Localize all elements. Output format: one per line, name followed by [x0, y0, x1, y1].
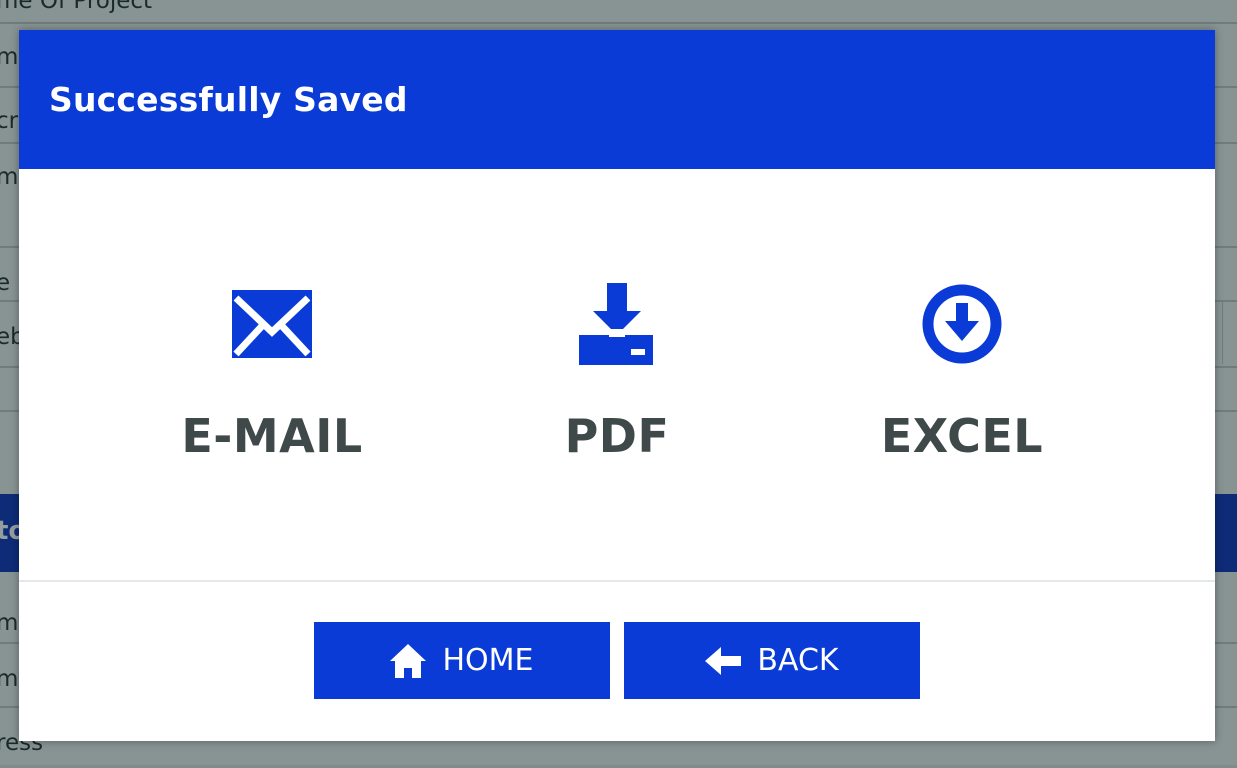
excel-option[interactable]: EXCEL	[812, 279, 1112, 463]
excel-option-label: EXCEL	[880, 409, 1044, 463]
mail-icon	[122, 279, 422, 369]
circle-down-arrow-icon	[812, 279, 1112, 369]
pdf-option-label: PDF	[564, 409, 670, 463]
arrow-left-icon	[705, 646, 742, 675]
dialog-header: Successfully Saved	[19, 30, 1215, 169]
save-success-dialog: Successfully Saved E-MAIL PDF EXCEL HOME…	[19, 30, 1215, 741]
home-button[interactable]: HOME	[314, 622, 610, 699]
back-button-label: BACK	[757, 643, 839, 678]
email-option[interactable]: E-MAIL	[122, 279, 422, 463]
home-icon	[390, 643, 427, 678]
back-button[interactable]: BACK	[624, 622, 920, 699]
pdf-option[interactable]: PDF	[467, 279, 767, 463]
export-options: E-MAIL PDF EXCEL	[19, 169, 1215, 580]
dialog-title: Successfully Saved	[49, 80, 408, 119]
home-button-label: HOME	[442, 643, 534, 678]
dialog-footer-divider	[19, 580, 1215, 582]
download-tray-icon	[467, 279, 767, 369]
email-option-label: E-MAIL	[181, 409, 363, 463]
